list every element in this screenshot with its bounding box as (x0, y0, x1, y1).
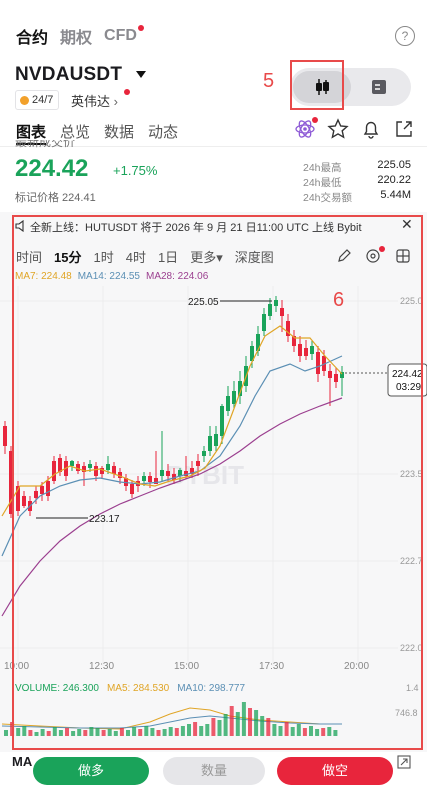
annotation-number-6: 6 (333, 289, 345, 311)
symbol-dropdown-icon[interactable] (136, 71, 146, 78)
stat-label-low: 24h最低 (303, 177, 342, 189)
session-tag-label: 24/7 (32, 94, 54, 106)
tab-cfd-label: CFD (104, 27, 137, 44)
annotation-number-5: 5 (263, 70, 275, 92)
notification-dot (137, 25, 144, 31)
stat-label-high: 24h最高 (303, 162, 342, 174)
annotation-box-6 (12, 215, 423, 750)
chevron-right-icon: › (113, 94, 118, 109)
stat-value-high: 225.05 (377, 159, 411, 171)
volume-bar (4, 730, 8, 736)
help-icon[interactable]: ? (395, 26, 415, 46)
expand-icon[interactable] (397, 755, 411, 769)
star-icon[interactable] (327, 118, 349, 140)
stat-value-low: 220.22 (377, 174, 411, 186)
quantity-button[interactable]: 数量 (163, 757, 265, 785)
stat-value-turnover: 5.44M (380, 189, 411, 201)
info-card-icon[interactable] (370, 78, 388, 96)
tab-contracts[interactable]: 合约 (16, 24, 48, 48)
short-button[interactable]: 做空 (277, 757, 393, 785)
stat-label-turnover: 24h交易额 (303, 192, 353, 204)
long-button[interactable]: 做多 (33, 757, 149, 785)
tab-cfd[interactable]: CFD (104, 25, 144, 45)
tab-options[interactable]: 期权 (60, 24, 92, 48)
sun-icon (20, 95, 29, 105)
subtab-overview[interactable]: 总览 (60, 121, 90, 142)
symbol-title[interactable]: NVDAUSDT (15, 64, 122, 86)
company-name: 英伟达 (71, 94, 111, 109)
company-notification-dot (124, 89, 130, 95)
atom-notification-dot (312, 117, 318, 123)
bell-icon[interactable] (360, 118, 382, 140)
session-tag: 24/7 (15, 90, 60, 110)
price-change-percent: +1.75% (113, 163, 158, 178)
mark-price: 标记价格 224.41 (15, 192, 96, 204)
subtab-feed[interactable]: 动态 (148, 121, 178, 142)
ma-bottom-label: MA (12, 754, 33, 769)
annotation-box-5 (290, 60, 344, 110)
share-icon[interactable] (393, 118, 415, 140)
sub-tabs: 图表 总览 数据 动态 (16, 121, 178, 142)
subtab-chart[interactable]: 图表 (16, 121, 46, 142)
candle-body (3, 426, 7, 446)
subtab-data[interactable]: 数据 (104, 121, 134, 142)
price-partial-label: 最新成交价 (15, 140, 76, 149)
company-link[interactable]: 英伟达 › (71, 91, 118, 110)
last-price: 224.42 (15, 155, 89, 182)
top-tabs: 合约 期权 CFD (16, 24, 144, 48)
